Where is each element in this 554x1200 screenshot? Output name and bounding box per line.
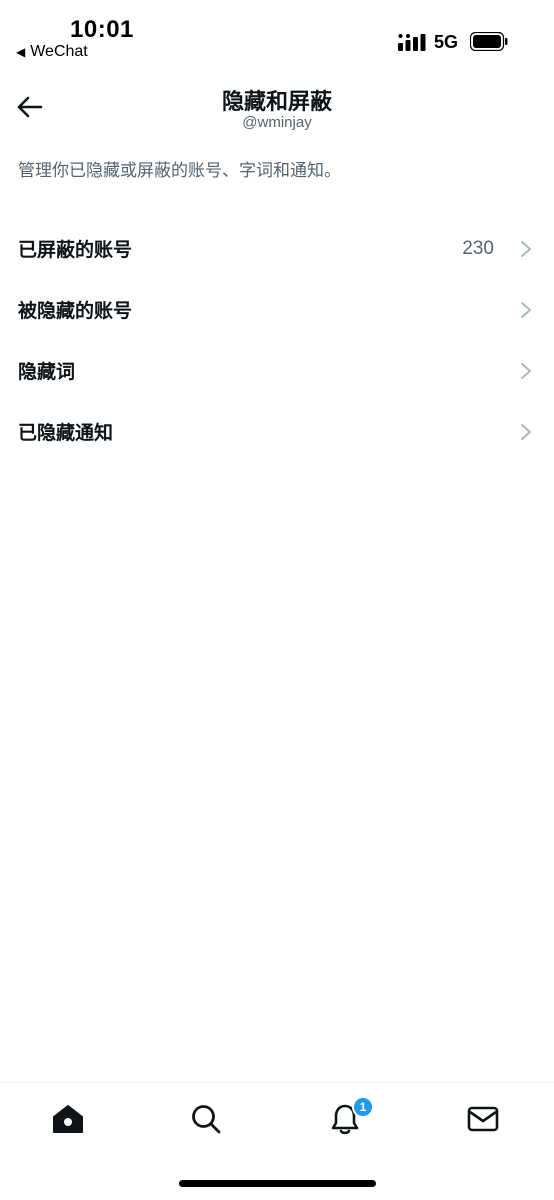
status-bar: 10:01 ◀ WeChat 5G	[0, 0, 554, 70]
menu-item-label: 已隐藏通知	[18, 423, 114, 444]
back-to-app-link[interactable]: ◀ WeChat	[16, 43, 88, 61]
chevron-right-icon	[521, 424, 531, 440]
chevron-right-icon	[521, 363, 531, 379]
page-description: 管理你已隐藏或屏蔽的账号、字词和通知。	[18, 161, 341, 180]
menu-item-muted-notifications[interactable]: 已隐藏通知	[0, 401, 554, 462]
page-subtitle: @wminjay	[242, 114, 312, 131]
network-type: 5G	[434, 32, 459, 52]
page-title: 隐藏和屏蔽	[221, 89, 332, 114]
blocked-count: 230	[462, 237, 494, 259]
status-time: 10:01	[70, 16, 134, 43]
battery-icon	[470, 32, 508, 51]
notification-badge: 1	[352, 1096, 374, 1118]
tab-search[interactable]	[186, 1099, 226, 1139]
home-indicator[interactable]	[179, 1180, 376, 1187]
chevron-right-icon	[521, 241, 531, 257]
chevron-right-icon	[521, 302, 531, 318]
back-app-label: WeChat	[30, 43, 88, 60]
page-header: 隐藏和屏蔽 @wminjay	[0, 70, 554, 140]
back-triangle-icon: ◀	[16, 45, 26, 59]
menu-item-label: 已屏蔽的账号	[18, 240, 133, 261]
search-icon	[192, 1105, 221, 1134]
menu-item-muted-accounts[interactable]: 被隐藏的账号	[0, 279, 554, 340]
settings-menu: 已屏蔽的账号 230 被隐藏的账号 隐藏词 已隐藏通知	[0, 218, 554, 462]
menu-item-muted-words[interactable]: 隐藏词	[0, 340, 554, 401]
tab-home[interactable]	[48, 1099, 88, 1139]
tab-messages[interactable]	[463, 1099, 503, 1139]
menu-item-label: 被隐藏的账号	[18, 301, 133, 322]
menu-item-blocked-accounts[interactable]: 已屏蔽的账号 230	[0, 218, 554, 279]
menu-item-label: 隐藏词	[18, 362, 76, 383]
signal-icon	[398, 34, 426, 51]
home-icon	[53, 1105, 83, 1133]
mail-icon	[467, 1106, 499, 1132]
